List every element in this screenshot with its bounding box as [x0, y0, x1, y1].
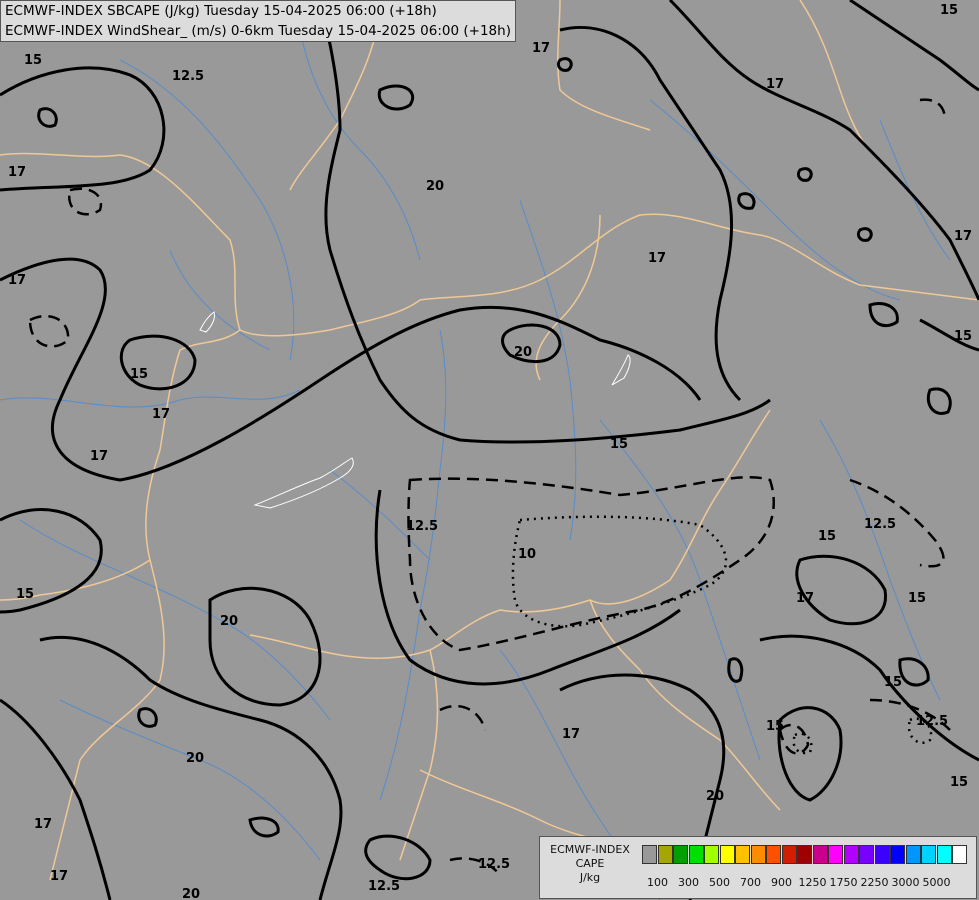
legend-swatch	[657, 845, 673, 864]
contour-label-17: 17	[532, 41, 550, 56]
legend-swatch	[719, 845, 735, 864]
legend-value: 700	[740, 876, 761, 889]
map-background	[0, 0, 979, 900]
map-title-box: ECMWF-INDEX SBCAPE (J/kg) Tuesday 15-04-…	[0, 0, 516, 42]
contour-label-17: 17	[8, 165, 26, 180]
contour-label-20: 20	[706, 789, 724, 804]
legend-swatch	[781, 845, 797, 864]
contour-label-17: 17	[90, 449, 108, 464]
contour-label-12-5: 12.5	[172, 69, 204, 84]
contour-label-12-5: 12.5	[864, 517, 896, 532]
legend-swatch	[905, 845, 921, 864]
contour-label-10: 10	[518, 547, 536, 562]
legend-swatch	[859, 845, 874, 864]
cape-legend: ECMWF-INDEX CAPE J/kg 100 300 500 700 90…	[539, 836, 977, 899]
legend-swatch	[766, 845, 781, 864]
contour-label-17: 17	[796, 591, 814, 606]
legend-value: 100	[647, 876, 668, 889]
legend-value: 2250	[860, 876, 889, 889]
legend-swatch	[952, 845, 967, 864]
contour-label-15: 15	[818, 529, 836, 544]
legend-swatch	[750, 845, 766, 864]
legend-swatch	[735, 845, 750, 864]
legend-value: 1250	[798, 876, 827, 889]
contour-label-17: 17	[50, 869, 68, 884]
legend-title-source: ECMWF-INDEX	[550, 843, 630, 856]
legend-swatch	[688, 845, 704, 864]
legend-swatch	[936, 845, 952, 864]
contour-label-15: 15	[24, 53, 42, 68]
contour-label-15: 15	[884, 675, 902, 690]
contour-label-15: 15	[16, 587, 34, 602]
contour-label-15: 15	[130, 367, 148, 382]
contour-label-12-5: 12.5	[406, 519, 438, 534]
legend-swatch	[642, 845, 657, 864]
contour-label-20: 20	[514, 345, 532, 360]
contour-label-20: 20	[186, 751, 204, 766]
title-windshear: ECMWF-INDEX WindShear_ (m/s) 0-6km Tuesd…	[5, 23, 511, 39]
legend-swatch	[673, 845, 688, 864]
contour-label-17: 17	[152, 407, 170, 422]
contour-label-17: 17	[562, 727, 580, 742]
contour-label-17: 17	[648, 251, 666, 266]
legend-title-variable: CAPE	[575, 857, 605, 870]
contour-label-17: 17	[8, 273, 26, 288]
legend-swatch	[704, 845, 719, 864]
legend-swatch	[812, 845, 828, 864]
legend-swatch	[828, 845, 843, 864]
contour-label-15: 15	[908, 591, 926, 606]
legend-value: 300	[678, 876, 699, 889]
legend-swatch	[921, 845, 936, 864]
legend-title-unit: J/kg	[579, 871, 601, 884]
contour-label-20: 20	[182, 887, 200, 900]
contour-label-12-5: 12.5	[368, 879, 400, 894]
contour-label-20: 20	[426, 179, 444, 194]
contour-label-15: 15	[766, 719, 784, 734]
legend-swatch	[874, 845, 890, 864]
title-sbcape: ECMWF-INDEX SBCAPE (J/kg) Tuesday 15-04-…	[5, 3, 437, 19]
weather-map: 15 17 17 15 17 17 15 20 20 17 17 20 12.5…	[0, 0, 979, 900]
contour-label-12-5: 12.5	[916, 714, 948, 729]
legend-swatch	[797, 845, 812, 864]
contour-label-20: 20	[220, 614, 238, 629]
legend-title: ECMWF-INDEX CAPE J/kg	[540, 843, 640, 885]
contour-label-12-5: 12.5	[478, 857, 510, 872]
legend-value: 500	[709, 876, 730, 889]
contour-label-15: 15	[940, 3, 958, 18]
contour-label-15: 15	[610, 437, 628, 452]
legend-value: 5000	[922, 876, 951, 889]
legend-value: 900	[771, 876, 792, 889]
legend-swatch	[843, 845, 859, 864]
contour-label-17: 17	[34, 817, 52, 832]
contour-label-15: 15	[954, 329, 972, 344]
legend-value: 3000	[891, 876, 920, 889]
legend-value: 1750	[829, 876, 858, 889]
contour-label-17: 17	[954, 229, 972, 244]
contour-label-17: 17	[766, 77, 784, 92]
legend-swatch	[890, 845, 905, 864]
contour-label-15: 15	[950, 775, 968, 790]
